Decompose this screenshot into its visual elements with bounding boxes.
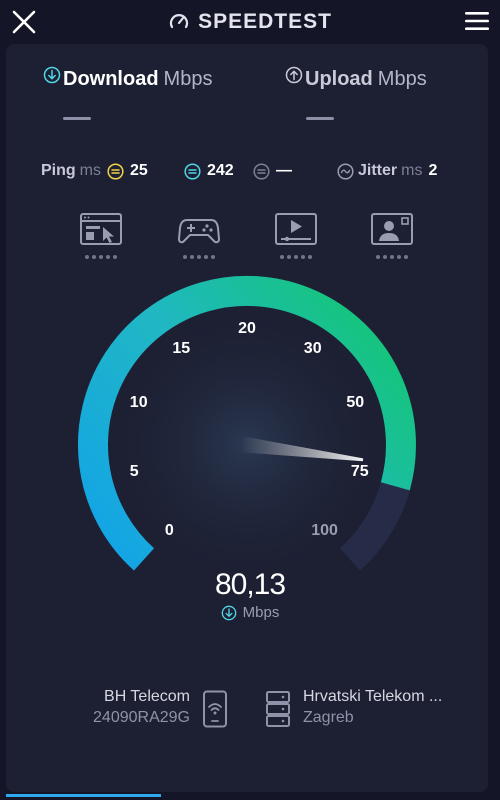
download-ping-stat: 242 xyxy=(184,162,234,180)
speedometer-logo-icon xyxy=(169,14,189,29)
video-streaming-rating xyxy=(272,255,320,259)
ping-unit: ms xyxy=(79,162,101,179)
gauge-tick-label: 15 xyxy=(172,340,191,358)
gauge-svg xyxy=(78,275,416,585)
activity-video-streaming[interactable] xyxy=(272,212,320,259)
upload-ping-value: — xyxy=(276,162,292,179)
activity-web-browsing[interactable] xyxy=(77,212,125,259)
web-browsing-icon xyxy=(80,213,122,245)
gauge-tick-label: 50 xyxy=(346,394,365,412)
top-bar: SPEEDTEST xyxy=(0,0,500,44)
jitter-stat: Jitter ms 2 xyxy=(337,162,437,180)
server-city: Zagreb xyxy=(303,709,354,726)
speed-unit: Mbps xyxy=(242,604,280,621)
test-progress-fill xyxy=(6,794,161,797)
upload-ping-icon xyxy=(253,162,270,180)
gauge-tick-label: 20 xyxy=(238,320,256,337)
test-progress-bar xyxy=(0,794,500,800)
gaming-rating xyxy=(175,255,223,259)
server-name: Hrvatski Telekom ... xyxy=(303,688,443,705)
idle-ping-icon xyxy=(107,162,124,180)
download-ping-value: 242 xyxy=(207,162,234,179)
speed-gauge: 0 5 10 15 20 30 50 75 100 xyxy=(70,268,424,608)
server-icon xyxy=(266,691,290,727)
jitter-label: Jitter xyxy=(358,162,398,179)
jitter-value: 2 xyxy=(428,162,438,179)
web-browsing-rating xyxy=(77,255,125,259)
download-ping-icon xyxy=(184,162,201,180)
provider-ip: 24090RA29G xyxy=(93,709,190,726)
tab-download-label: Download xyxy=(63,68,159,90)
gauge-tick-label: 75 xyxy=(350,463,369,481)
gaming-icon xyxy=(178,219,220,244)
ping-label: Ping xyxy=(41,162,76,179)
speed-unit-row: Mbps xyxy=(221,604,280,621)
download-icon xyxy=(221,605,236,620)
upload-icon xyxy=(285,66,303,84)
provider-info[interactable]: BH Telecom 24090RA29G xyxy=(84,688,190,727)
hamburger-menu-icon xyxy=(465,12,489,30)
server-info[interactable]: Hrvatski Telekom ... Zagreb xyxy=(303,688,493,727)
jitter-icon xyxy=(337,162,354,180)
video-streaming-icon xyxy=(275,213,317,245)
gauge-tick-label: 0 xyxy=(164,522,174,540)
app-title: SPEEDTEST xyxy=(198,10,332,33)
activity-gaming[interactable] xyxy=(175,212,223,259)
app-brand: SPEEDTEST xyxy=(0,10,500,38)
download-result-placeholder xyxy=(63,117,91,120)
jitter-unit: ms xyxy=(401,162,423,179)
gauge-tick-label: 100 xyxy=(311,522,338,540)
tab-upload-label: Upload xyxy=(305,68,373,90)
download-icon xyxy=(43,66,61,84)
speed-value: 80,13 xyxy=(214,568,286,601)
tab-download[interactable]: Download Mbps xyxy=(43,66,213,91)
video-call-icon xyxy=(371,213,413,245)
gauge-tick-label: 5 xyxy=(129,463,139,481)
activity-video-call[interactable] xyxy=(368,212,416,259)
upload-ping-stat: — xyxy=(253,162,292,180)
upload-result-placeholder xyxy=(306,117,334,120)
ping-stat: Ping ms 25 xyxy=(41,162,148,180)
speed-readout: 80,13 Mbps xyxy=(0,568,500,626)
idle-ping-value: 25 xyxy=(130,162,148,179)
gauge-tick-label: 30 xyxy=(303,340,322,358)
tab-upload[interactable]: Upload Mbps xyxy=(285,66,427,91)
video-call-rating xyxy=(368,255,416,259)
menu-button[interactable] xyxy=(464,10,490,32)
tab-upload-unit: Mbps xyxy=(377,68,427,90)
provider-name: BH Telecom xyxy=(104,688,190,705)
gauge-tick-label: 10 xyxy=(129,394,148,412)
tab-download-unit: Mbps xyxy=(163,68,213,90)
phone-wifi-icon xyxy=(203,690,227,728)
